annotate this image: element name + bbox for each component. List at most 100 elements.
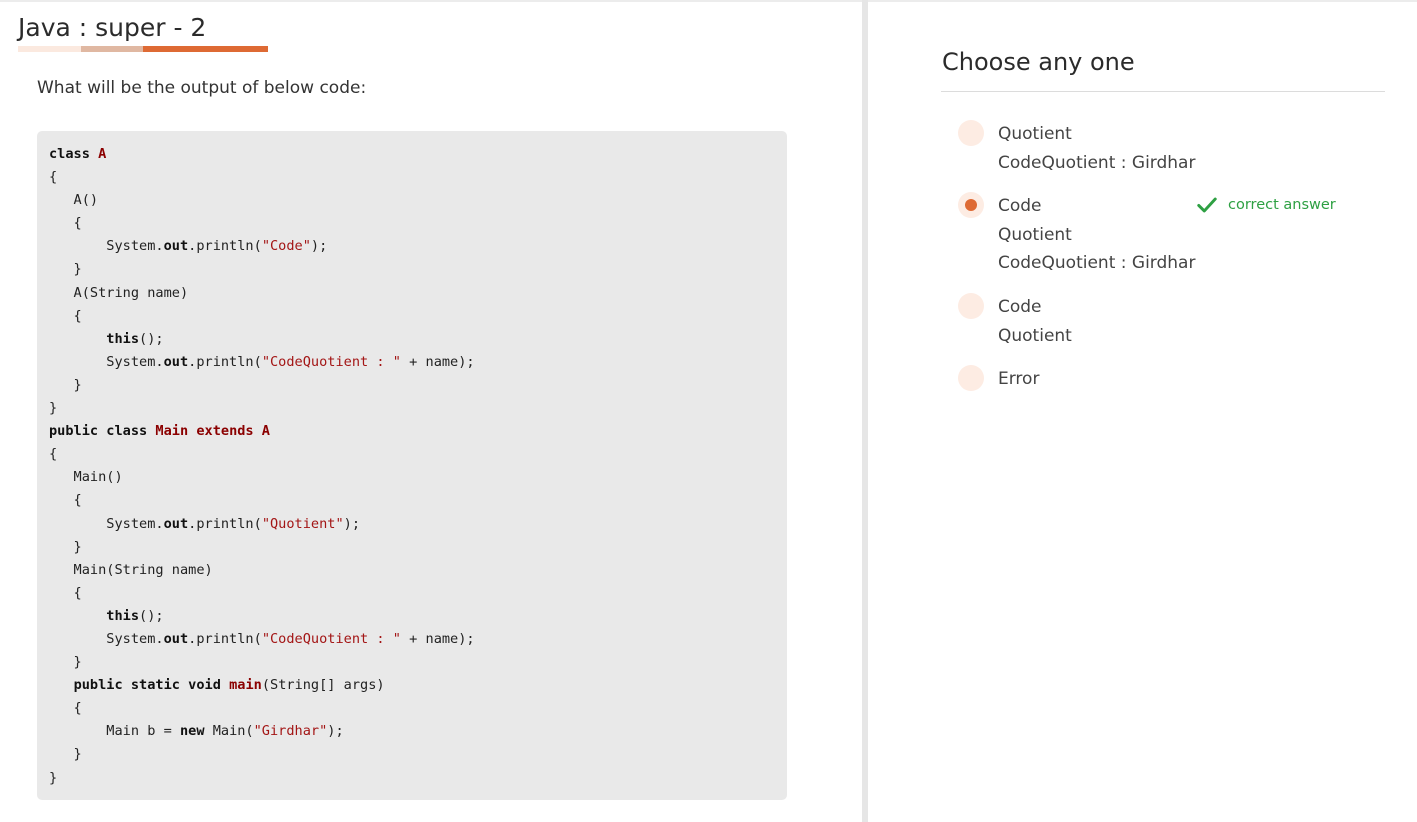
code-token: this: [106, 607, 140, 624]
code-token: System.: [49, 353, 164, 370]
underline-segment: [143, 46, 268, 52]
code-token: System.: [49, 630, 164, 647]
option-line: Error: [998, 369, 1040, 389]
code-token: {: [49, 446, 58, 463]
code-token: out: [163, 515, 189, 532]
code-token: (String[] args): [261, 677, 385, 694]
radio-button[interactable]: [958, 120, 984, 146]
code-token: Main(): [49, 469, 123, 486]
code-token: }: [49, 400, 58, 417]
code-token: this: [106, 330, 140, 347]
code-token: ();: [139, 330, 164, 347]
code-token: Main b =: [49, 723, 180, 740]
code-line: A(): [49, 189, 775, 212]
option-line: CodeQuotient : Girdhar: [998, 253, 1196, 273]
underline-segment: [81, 46, 143, 52]
code-token: out: [163, 238, 189, 255]
code-token: "Girdhar": [253, 723, 328, 740]
code-line: this();: [49, 605, 775, 628]
code-line: }: [49, 258, 775, 281]
code-token: System.: [49, 238, 164, 255]
code-line: System.out.println("Code");: [49, 235, 775, 258]
code-token: main: [229, 677, 262, 694]
code-line: }: [49, 536, 775, 559]
answer-panel: Choose any one Quotient CodeQuotient : G…: [868, 0, 1417, 822]
question-title: Java : super - 2: [18, 13, 207, 42]
code-token: + name);: [400, 353, 475, 370]
code-line: {: [49, 697, 775, 720]
option-line: Quotient: [998, 124, 1072, 144]
code-token: }: [49, 376, 82, 393]
code-token: }: [49, 769, 58, 786]
code-token: );: [327, 723, 344, 740]
code-token: .println(: [188, 515, 262, 532]
code-token: A: [98, 146, 107, 162]
code-token: A(): [49, 192, 99, 209]
code-token: {: [49, 169, 58, 186]
correct-answer-indicator: correct answer: [1196, 192, 1336, 218]
code-token: {: [49, 700, 82, 717]
title-underline: [18, 46, 268, 52]
code-token: Main(: [204, 723, 254, 740]
code-token: .println(: [188, 353, 262, 370]
code-token: A(String name): [49, 284, 189, 301]
code-line: }: [49, 651, 775, 674]
code-token: .println(: [188, 238, 262, 255]
code-token: }: [49, 654, 82, 671]
code-line: System.out.println("Quotient");: [49, 513, 775, 536]
heading-divider: [941, 91, 1385, 92]
code-token: + name);: [400, 630, 475, 647]
code-line: }: [49, 374, 775, 397]
code-token: public class: [49, 423, 148, 440]
option-text: Code Quotient CodeQuotient : Girdhar: [998, 192, 1195, 278]
code-line: {: [49, 305, 775, 328]
code-token: }: [49, 746, 82, 763]
code-token: class: [49, 146, 90, 162]
question-panel: Java : super - 2 What will be the output…: [0, 0, 862, 822]
option-line: Quotient: [998, 325, 1072, 346]
radio-button-selected[interactable]: [958, 192, 984, 218]
option-line: Code: [998, 196, 1042, 216]
code-token: "CodeQuotient : ": [261, 630, 401, 647]
code-token: }: [49, 261, 82, 278]
underline-segment: [18, 46, 81, 52]
option-text: Error: [998, 365, 1039, 394]
correct-answer-label: correct answer: [1228, 197, 1336, 213]
code-line: System.out.println("CodeQuotient : " + n…: [49, 628, 775, 651]
code-token: Main extends A: [155, 423, 270, 440]
code-block: class A{ A() { System.out.println("Code"…: [37, 131, 787, 800]
code-token: {: [49, 584, 82, 601]
code-token: out: [163, 630, 189, 647]
code-line: {: [49, 489, 775, 512]
code-token: .println(: [188, 630, 262, 647]
option-line: CodeQuotient : Girdhar: [998, 152, 1196, 173]
check-icon: [1197, 197, 1217, 213]
code-line: }: [49, 397, 775, 420]
code-token: }: [49, 538, 82, 555]
code-line: Main b = new Main("Girdhar");: [49, 720, 775, 743]
code-token: public static void: [73, 677, 221, 694]
code-token: "Code": [261, 238, 311, 255]
code-line: public static void main(String[] args): [49, 674, 775, 697]
code-line: }: [49, 767, 775, 790]
option-text: Code Quotient: [998, 293, 1072, 350]
code-token: "CodeQuotient : ": [261, 353, 401, 370]
code-token: "Quotient": [261, 515, 344, 532]
code-line: }: [49, 743, 775, 766]
code-line: System.out.println("CodeQuotient : " + n…: [49, 351, 775, 374]
code-token: {: [49, 215, 82, 232]
code-token: new: [179, 723, 205, 740]
option-text: Quotient CodeQuotient : Girdhar: [998, 120, 1195, 177]
code-line: {: [49, 582, 775, 605]
code-line: {: [49, 443, 775, 466]
code-line: {: [49, 212, 775, 235]
code-line: this();: [49, 328, 775, 351]
radio-button[interactable]: [958, 293, 984, 319]
radio-button[interactable]: [958, 365, 984, 391]
option-line: Code: [998, 297, 1042, 317]
code-token: );: [343, 515, 361, 532]
